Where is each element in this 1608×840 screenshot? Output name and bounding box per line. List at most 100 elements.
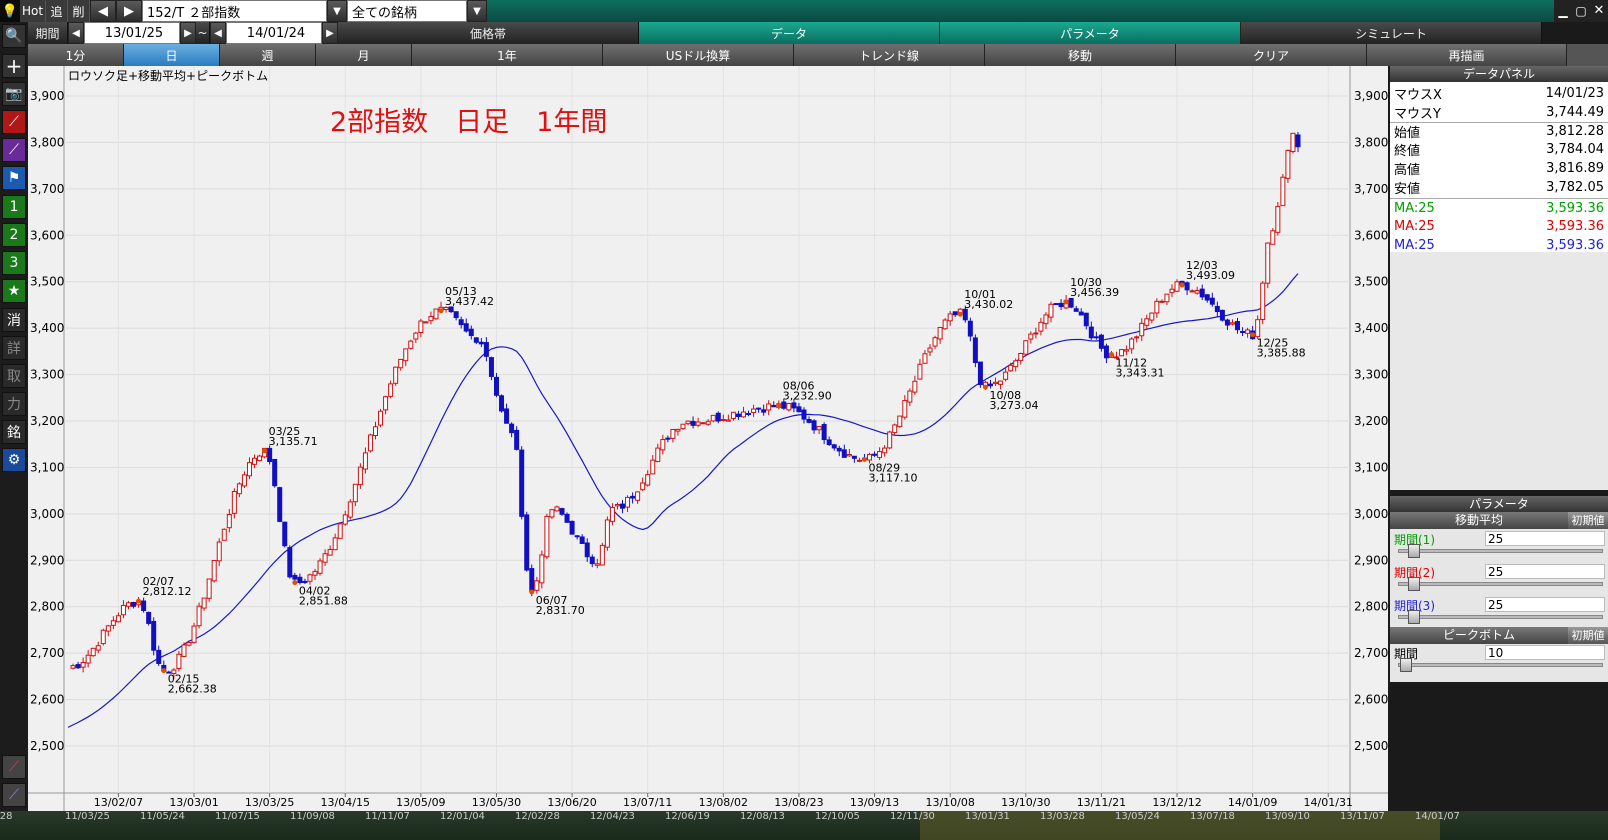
chart-purple-icon[interactable]: ⟋ <box>2 138 26 162</box>
date-from-field[interactable]: 13/01/25 <box>84 22 180 44</box>
tab-clear[interactable]: クリア <box>1176 44 1367 66</box>
date-from-prev[interactable]: ◀ <box>68 22 84 44</box>
chart-red-icon[interactable]: ⟋ <box>2 110 26 134</box>
symbol-dropdown-button[interactable]: ▼ <box>327 0 347 22</box>
tab-parameter[interactable]: パラメータ <box>940 22 1241 44</box>
close-button[interactable]: ✕ <box>1590 0 1608 22</box>
tab-day[interactable]: 日 <box>124 44 220 66</box>
candle <box>236 482 242 498</box>
side-button-trade[interactable]: 取 <box>2 364 26 388</box>
candle <box>922 349 928 364</box>
candle <box>625 495 631 513</box>
y-tick-label-right: 2,700 <box>1354 646 1388 660</box>
candle-body <box>650 459 656 475</box>
candle-body <box>1235 321 1241 331</box>
candle <box>1124 345 1130 356</box>
camera-icon[interactable]: 📷 <box>2 82 26 106</box>
candle <box>105 624 111 637</box>
tab-move[interactable]: 移動 <box>985 44 1176 66</box>
side-button-power[interactable]: 力 <box>2 392 26 416</box>
delete-button[interactable]: 削 <box>68 0 90 22</box>
next-symbol-button[interactable]: ▶ <box>116 0 142 22</box>
candle <box>1058 299 1064 311</box>
candle-body <box>1275 206 1281 233</box>
candle <box>937 326 943 344</box>
ma-period-field[interactable]: 25 <box>1485 531 1605 546</box>
ma-period-slider-thumb[interactable] <box>1408 544 1420 558</box>
candle-body <box>1018 352 1024 361</box>
search-icon[interactable]: 🔍 <box>2 24 26 48</box>
flag-icon[interactable]: ⚑ <box>2 166 26 190</box>
side-button-erase[interactable]: 消 <box>2 308 26 332</box>
candle-body <box>206 578 212 599</box>
side-button-3[interactable]: 3 <box>2 251 26 275</box>
candle <box>413 331 419 344</box>
candle-body <box>1043 314 1049 325</box>
candle-body <box>1204 294 1210 301</box>
candle <box>1260 281 1266 325</box>
chart-small-purple-icon[interactable]: ⟋ <box>2 783 26 807</box>
candle <box>614 502 620 510</box>
filter-field[interactable]: 全ての銘柄 <box>347 0 467 22</box>
pb-period-slider-track[interactable] <box>1398 663 1603 667</box>
star-icon[interactable]: ★ <box>2 279 26 303</box>
ma-period-field[interactable]: 25 <box>1485 564 1605 579</box>
ma-period-slider-thumb[interactable] <box>1408 577 1420 591</box>
y-tick-label-left: 2,600 <box>30 693 64 707</box>
tab-month[interactable]: 月 <box>316 44 412 66</box>
prev-symbol-button[interactable]: ◀ <box>90 0 116 22</box>
tab-week[interactable]: 週 <box>220 44 316 66</box>
pb-period-slider-thumb[interactable] <box>1400 658 1412 672</box>
gear-icon[interactable]: ⚙ <box>2 448 26 472</box>
tab-redraw[interactable]: 再描画 <box>1367 44 1567 66</box>
data-panel-spacer <box>1390 252 1608 490</box>
candle <box>902 395 908 420</box>
candle-body <box>282 521 288 547</box>
filter-dropdown-button[interactable]: ▼ <box>467 0 487 22</box>
date-to-prev[interactable]: ◀ <box>210 22 226 44</box>
crosshair-icon[interactable]: + <box>2 54 26 78</box>
side-button-2[interactable]: 2 <box>2 223 26 247</box>
candle <box>1265 242 1271 289</box>
pb-init-button[interactable]: 初期値 <box>1568 627 1608 644</box>
add-button[interactable]: 追 <box>46 0 68 22</box>
tab-usd[interactable]: USドル換算 <box>603 44 794 66</box>
chart-area[interactable]: 02/07 2,812.12 02/15 2,662.38 03/25 3,135.71 0… <box>28 66 1388 811</box>
candle <box>967 317 973 342</box>
annotation-value: 2,851.88 <box>299 595 348 608</box>
date-from-next[interactable]: ▶ <box>180 22 196 44</box>
ma-period-slider-track[interactable] <box>1398 582 1603 586</box>
chart-small-red-icon[interactable]: ⟋ <box>2 755 26 779</box>
hot-button[interactable]: Hot <box>20 0 46 22</box>
lightbulb-icon[interactable]: 💡 <box>0 0 20 22</box>
date-to-field[interactable]: 14/01/24 <box>226 22 322 44</box>
tab-1min[interactable]: 1分 <box>28 44 124 66</box>
tab-price-band[interactable]: 価格帯 <box>338 22 639 44</box>
tab-trendline[interactable]: トレンド線 <box>794 44 985 66</box>
tab-simulate[interactable]: シミュレート <box>1241 22 1542 44</box>
candle-body <box>90 647 96 657</box>
tab-1year[interactable]: 1年 <box>412 44 603 66</box>
overview-strip[interactable]: 1/28 11/03/25 11/05/24 11/07/15 11/09/08 11/1… <box>0 811 1608 840</box>
side-button-detail[interactable]: 詳 <box>2 336 26 360</box>
maximize-button[interactable]: ▢ <box>1572 0 1590 22</box>
date-to-next[interactable]: ▶ <box>322 22 338 44</box>
y-tick-label-left: 2,800 <box>30 600 64 614</box>
candle-body <box>539 554 545 584</box>
ma-period-slider-track[interactable] <box>1398 615 1603 619</box>
pb-period-field[interactable]: 10 <box>1485 645 1605 660</box>
ma-period-slider-thumb[interactable] <box>1408 610 1420 624</box>
candle <box>786 402 792 412</box>
ma-period-field[interactable]: 25 <box>1485 597 1605 612</box>
side-button-symbol[interactable]: 銘 <box>2 420 26 444</box>
ma-init-button[interactable]: 初期値 <box>1568 512 1608 529</box>
candle-body <box>584 542 590 558</box>
candle <box>796 402 802 413</box>
symbol-field[interactable]: 152/T ２部指数 <box>142 0 327 22</box>
candle <box>1209 292 1215 307</box>
tab-data[interactable]: データ <box>639 22 940 44</box>
side-button-1[interactable]: 1 <box>2 195 26 219</box>
minimize-button[interactable]: ▁ <box>1554 0 1572 22</box>
candlestick-chart[interactable]: 02/072,812.1202/152,662.3803/253,135.710… <box>28 66 1388 811</box>
ma-period-slider-track[interactable] <box>1398 549 1603 553</box>
